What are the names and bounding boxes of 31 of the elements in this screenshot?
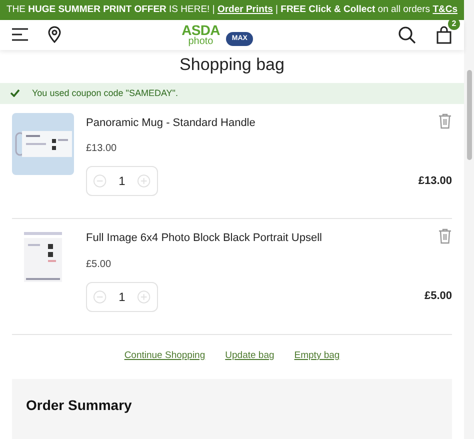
order-summary-title: Order Summary [26,396,133,415]
page-title: Shopping bag [178,54,286,76]
logo[interactable]: ASDA photo [182,22,220,47]
location-pin-icon[interactable] [48,26,61,44]
product-name: Panoramic Mug - Standard Handle [86,116,256,131]
quantity-value: 1 [118,173,126,190]
banner-text: | [274,4,279,15]
banner-link[interactable]: T&Cs [432,4,458,15]
checkmark-icon [10,89,20,98]
product-name: Full Image 6x4 Photo Block Black Portrait Upsell [86,231,322,246]
line-total: £5.00 [424,289,452,304]
search-icon[interactable] [398,26,416,44]
banner-link[interactable]: Order Prints [217,4,273,15]
banner-text: FREE Click & Collect [280,4,376,15]
banner-text: on all orders [376,4,432,15]
product-price: £5.00 [86,258,112,272]
bag-action-link[interactable]: Empty bag [294,348,340,363]
scrollbar[interactable] [464,0,474,439]
menu-icon[interactable] [12,28,28,42]
banner-text: IS HERE! | [168,4,216,15]
banner-text: HUGE SUMMER PRINT OFFER [28,4,166,15]
trash-icon[interactable] [438,228,452,244]
quantity-value: 1 [118,288,126,306]
bag-action-link[interactable]: Update bag [225,348,274,363]
product-price: £13.00 [86,142,118,156]
line-total: £13.00 [418,174,452,189]
bag-action-link[interactable]: Continue Shopping [124,348,206,363]
coupon-notice: You used coupon code "SAMEDAY". [0,83,464,104]
banner-text: THE [6,4,26,15]
shopping-bag-icon[interactable] [436,26,452,44]
trash-icon[interactable] [438,112,452,129]
